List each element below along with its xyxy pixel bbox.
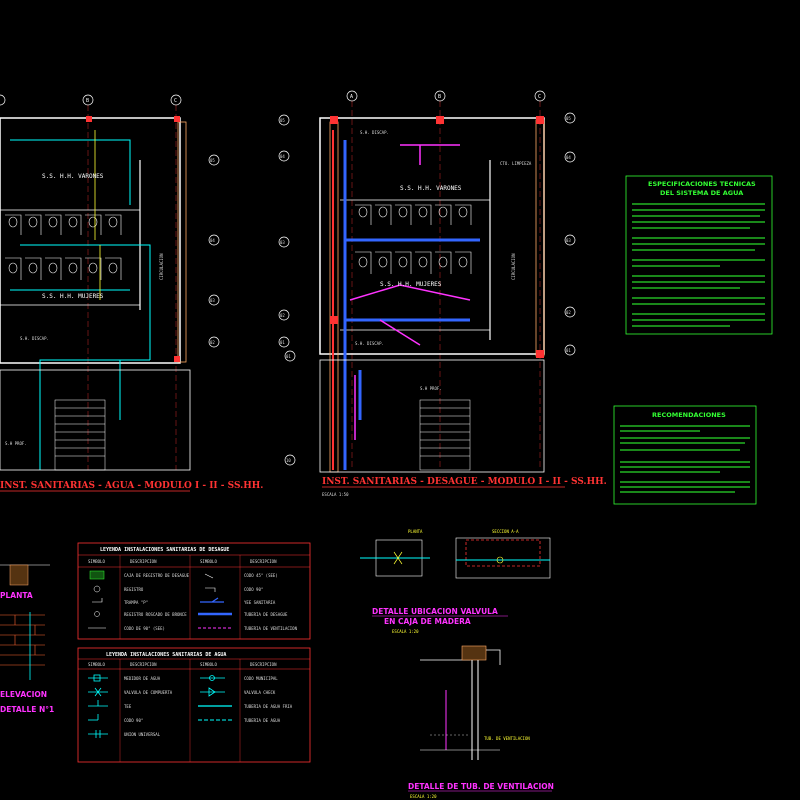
legend-desague-r1c2: CODO 45° (SEE) <box>244 573 278 578</box>
grid-left-05: 05 <box>280 118 285 123</box>
legend-desague-r4c1: REGISTRO ROSCADO DE BRONCE <box>124 612 187 617</box>
cad-drawing: B C 05 04 03 02 S.S. H.H. VARONES S.S. H… <box>0 90 773 799</box>
grid-label-b: B <box>86 98 89 104</box>
legend-desague-r5c1: CODO DE 90° (SEE) <box>124 626 165 631</box>
legend-agua-r2c2: VALVULA CHECK <box>244 690 276 695</box>
legend-agua-h4: DESCRIPCION <box>250 662 277 667</box>
grid-right-03: 03 <box>210 298 215 303</box>
legend-desague-r2c2: CODO 90° <box>244 587 263 592</box>
legend-agua-r4c2: TUBERIA DE AGUA <box>244 718 281 723</box>
sh-discap-agua: S.H. DISCAP. <box>20 336 49 341</box>
legend-desague-r3c2: YEE SANITARIA <box>244 600 276 605</box>
vent-label: TUB. DE VENTILACION <box>484 736 530 741</box>
grid-right-04-desague: 04 <box>566 155 571 160</box>
grid-label-b-desague: B <box>438 94 441 100</box>
legend-desague-h1: SIMBOLO <box>88 559 105 564</box>
recomendaciones-box: RECOMENDACIONES <box>613 405 757 505</box>
title-plan-desague: INST. SANITARIAS - DESAGUE - MODULO I - … <box>322 477 607 487</box>
grid-left-02: 02 <box>280 313 285 318</box>
valve-detail-scale: ESCALA 1:20 <box>392 629 419 634</box>
vent-detail-title: DETALLE DE TUB. DE VENTILACION <box>408 782 554 791</box>
specs-title-2: DEL SISTEMA DE AGUA <box>660 189 743 197</box>
left-fragments: PLANTA ELEVACION DETALLE N°1 <box>0 564 54 714</box>
grid-label-c-desague: C <box>538 94 541 100</box>
legend-desague-r2c1: REGISTRO <box>124 587 144 592</box>
sh-discap-bottom: S.H. DISCAP. <box>355 341 384 346</box>
grid-right-02: 02 <box>210 340 215 345</box>
legend-agua-h2: DESCRIPCION <box>130 662 157 667</box>
fragment-elevacion: ELEVACION <box>0 690 47 699</box>
valve-detail-title-1: DETALLE UBICACION VALVULA <box>372 607 498 616</box>
legend-agua-h1: SIMBOLO <box>88 662 105 667</box>
room-mujeres-agua: S.S. H.H. MUJERES <box>42 293 104 300</box>
legend-agua-h3: SIMBOLO <box>200 662 217 667</box>
legend-desague-title: LEYENDA INSTALACIONES SANITARIAS DE DESA… <box>100 547 229 553</box>
sh-prof-desague: S.H PROF. <box>420 386 442 391</box>
fragment-detalle: DETALLE N°1 <box>0 705 54 714</box>
room-varones-agua: S.S. H.H. VARONES <box>42 173 104 180</box>
legend-agua-r3c2: TUBERIA DE AGUA FRIA <box>244 704 293 709</box>
legend-desague-r4c2: TUBERIA DE DESAGUE <box>244 612 288 617</box>
legend-agua-r3c1: TEE <box>124 704 132 709</box>
grid-right-02-desague: 02 <box>566 310 571 315</box>
plan-desague: A B C 05 04 03 02 01 01 10 05 04 03 02 0… <box>278 90 607 497</box>
grid-left-03: 03 <box>280 240 285 245</box>
legend-agua-r1c2: CODO MUNICIPAL <box>244 676 278 681</box>
circulacion-agua: CIRCULACION <box>159 253 164 280</box>
room-varones-desague: S.S. H.H. VARONES <box>400 185 462 192</box>
legend-desague-r5c2: TUBERIA DE VENTILACION <box>244 626 298 631</box>
detail-valve: PLANTA SECCION A-A DETALLE UBICACION VAL… <box>360 529 551 634</box>
legend-agua-r2c1: VALVULA DE COMPUERTA <box>124 690 173 695</box>
fragment-planta: PLANTA <box>0 591 33 600</box>
legend-agua-r5c1: UNION UNIVERSAL <box>124 732 161 737</box>
legend-desague-r1c1: CAJA DE REGISTRO DE DESAGUE <box>124 573 190 578</box>
room-mujeres-desague: S.S. H.H. MUJERES <box>380 281 442 288</box>
sh-prof-agua: S.H PROF. <box>5 441 27 446</box>
legend-agua-r4c1: CODO 90° <box>124 718 143 723</box>
grid-right-01-desague: 01 <box>566 348 571 353</box>
grid-right-05: 05 <box>210 158 215 163</box>
legend-desague-r3c1: TRAMPA "P" <box>124 600 148 605</box>
valve-plan-label: PLANTA <box>408 529 423 534</box>
sh-discap-top: S.H. DISCAP. <box>360 130 389 135</box>
specs-title-1: ESPECIFICACIONES TECNICAS <box>648 180 756 188</box>
legend-desague-h2: DESCRIPCION <box>130 559 157 564</box>
scale-plan-desague: ESCALA 1:50 <box>322 492 349 497</box>
legend-agua: LEYENDA INSTALACIONES SANITARIAS DE AGUA… <box>77 647 311 763</box>
valve-section-label: SECCION A-A <box>492 529 519 534</box>
legend-desague-h4: DESCRIPCION <box>250 559 277 564</box>
grid-right-05-desague: 05 <box>566 116 571 121</box>
legend-agua-r1c1: MEDIDOR DE AGUA <box>124 676 161 681</box>
grid-label-a-desague: A <box>350 94 353 100</box>
grid-right-04: 04 <box>210 238 215 243</box>
cto-limpieza: CTO. LIMPIEZA <box>500 161 532 166</box>
grid-left-01a: 01 <box>280 340 285 345</box>
legend-agua-title: LEYENDA INSTALACIONES SANITARIAS DE AGUA <box>106 652 226 658</box>
grid-left-10: 10 <box>286 458 291 463</box>
circulacion-desague: CIRCULACION <box>511 253 516 280</box>
grid-right-03-desague: 03 <box>566 238 571 243</box>
valve-detail-title-2: EN CAJA DE MADERA <box>384 617 471 626</box>
legend-desague-h3: SIMBOLO <box>200 559 217 564</box>
specs-box: ESPECIFICACIONES TECNICAS DEL SISTEMA DE… <box>625 175 773 335</box>
grid-left-04: 04 <box>280 154 285 159</box>
plan-agua: B C 05 04 03 02 S.S. H.H. VARONES S.S. H… <box>0 94 263 492</box>
recomendaciones-title: RECOMENDACIONES <box>652 411 726 419</box>
vent-detail-scale: ESCALA 1:20 <box>410 794 437 799</box>
detail-vent: TUB. DE VENTILACION DETALLE DE TUB. DE V… <box>408 645 554 799</box>
grid-label-c: C <box>174 98 177 104</box>
grid-left-01b: 01 <box>286 354 291 359</box>
legend-desague: LEYENDA INSTALACIONES SANITARIAS DE DESA… <box>77 542 311 640</box>
title-plan-agua: INST. SANITARIAS - AGUA - MODULO I - II … <box>0 481 263 491</box>
